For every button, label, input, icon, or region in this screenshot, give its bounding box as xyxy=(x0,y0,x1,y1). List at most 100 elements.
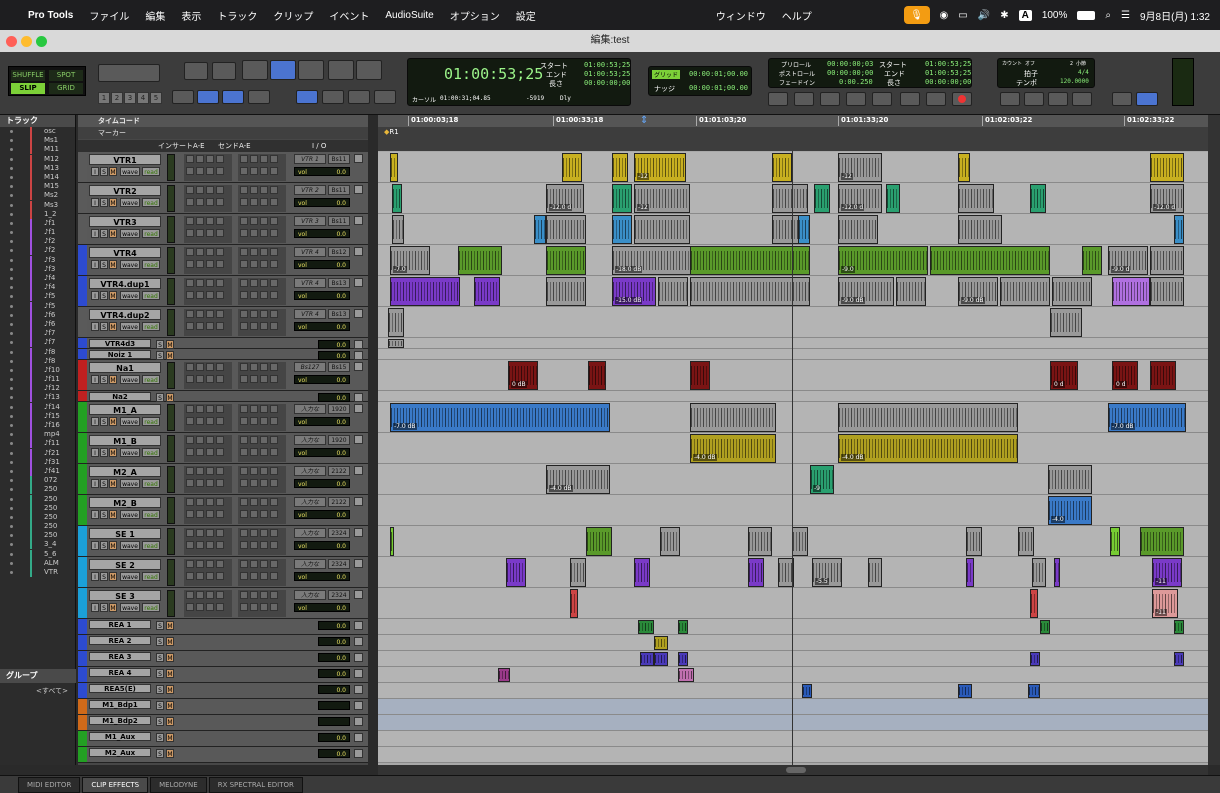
smart-tool-icon[interactable] xyxy=(270,60,296,80)
view-selector[interactable]: wave xyxy=(120,198,140,207)
audio-clip[interactable]: 0 d xyxy=(1112,361,1138,390)
clip-gain-label[interactable]: -4.0 dB xyxy=(693,454,717,461)
solo-button[interactable]: S xyxy=(156,669,164,678)
fadein-label[interactable]: フェードイン xyxy=(779,78,815,87)
solo-button[interactable]: S xyxy=(156,685,164,694)
solo-button[interactable]: S xyxy=(156,717,164,726)
magnify-tool-icon[interactable] xyxy=(212,62,236,80)
audio-clip[interactable]: -9.0 dB xyxy=(838,277,894,306)
mute-button[interactable]: M xyxy=(109,603,117,612)
track-name[interactable]: VTR2 xyxy=(89,185,161,196)
track-list-item[interactable]: ♪f13 xyxy=(0,393,75,403)
output-selector[interactable]: Bs12 xyxy=(328,247,350,257)
track-list-item[interactable]: ♪f21 xyxy=(0,448,75,458)
output-selector[interactable]: 1920 xyxy=(328,435,350,445)
input-selector[interactable]: 入力な xyxy=(294,528,326,538)
send-slots[interactable] xyxy=(238,466,286,493)
track-options-icon[interactable] xyxy=(354,590,363,599)
volume-icon[interactable]: 🔊 xyxy=(978,10,990,21)
show-hide-dot[interactable] xyxy=(10,258,13,262)
view-selector[interactable]: wave xyxy=(120,167,140,176)
track-list-item[interactable]: 072 xyxy=(0,476,75,486)
show-hide-dot[interactable] xyxy=(10,286,13,290)
track-list-item[interactable]: ♪f11 xyxy=(0,375,75,385)
volume-field[interactable]: 0.0 xyxy=(318,637,350,646)
insert-slots[interactable] xyxy=(184,247,232,274)
volume-field[interactable]: 0.0 xyxy=(318,669,350,678)
insert-slots[interactable] xyxy=(184,497,232,524)
output-selector[interactable]: 2324 xyxy=(328,528,350,538)
audio-clip[interactable] xyxy=(678,620,688,634)
postroll-label[interactable]: ポストロール xyxy=(779,69,815,78)
show-hide-dot[interactable] xyxy=(10,185,13,189)
track-list-item[interactable]: ♪f15 xyxy=(0,411,75,421)
audio-clip[interactable] xyxy=(678,668,694,682)
audio-clip[interactable] xyxy=(958,215,1002,244)
track-list-item[interactable]: ♪f4 xyxy=(0,274,75,283)
show-hide-dot[interactable] xyxy=(10,534,13,538)
audio-clip[interactable] xyxy=(634,558,650,587)
wifi-icon[interactable]: ◉ xyxy=(940,10,949,21)
audio-clip[interactable]: -4.0 dB xyxy=(546,465,610,494)
automation-mode[interactable]: read xyxy=(142,198,160,207)
track-name[interactable]: VTR4d3 xyxy=(89,339,151,348)
insert-slots[interactable] xyxy=(184,466,232,493)
mute-button[interactable]: M xyxy=(109,260,117,269)
zoom-buttons[interactable] xyxy=(98,64,160,82)
show-hide-dot[interactable] xyxy=(10,130,13,133)
track-name[interactable]: Na1 xyxy=(89,362,161,373)
send-slots[interactable] xyxy=(238,185,286,212)
input-monitor-button[interactable]: I xyxy=(91,479,99,488)
audio-clip[interactable] xyxy=(838,403,1018,432)
track-options-icon[interactable] xyxy=(354,216,363,225)
track-list-item[interactable]: ♪f6 xyxy=(0,310,75,320)
zoom-preset-5[interactable]: 5 xyxy=(150,92,162,104)
audio-clip[interactable] xyxy=(1052,277,1092,306)
mirror-midi-icon[interactable] xyxy=(222,90,244,104)
slip-mode-button[interactable]: SLIP xyxy=(11,83,45,94)
track-lane[interactable] xyxy=(378,619,1208,635)
trim-tool-icon[interactable] xyxy=(242,60,268,80)
automation-mode[interactable]: read xyxy=(142,167,160,176)
track-name[interactable]: M1_Aux xyxy=(89,732,151,741)
clip-gain-label[interactable]: -15.0 dB xyxy=(615,297,643,304)
pencil-tool-icon[interactable] xyxy=(356,60,382,80)
output-selector[interactable]: 2122 xyxy=(328,466,350,476)
solo-button[interactable]: S xyxy=(100,229,108,238)
track-list-item[interactable]: Ms1 xyxy=(0,136,75,146)
send-slots[interactable] xyxy=(238,435,286,462)
automation-mode[interactable]: read xyxy=(142,541,160,550)
audio-clip[interactable]: -9.0 dB xyxy=(958,277,998,306)
clip-gain-label[interactable]: -4.0 dB xyxy=(841,454,865,461)
audio-clip[interactable] xyxy=(570,558,586,587)
audio-clip[interactable] xyxy=(1032,558,1046,587)
countoff-bars[interactable]: 2 小節 xyxy=(1070,60,1086,67)
audio-clip[interactable]: -11 xyxy=(1152,589,1178,618)
track-list-item[interactable]: M11 xyxy=(0,145,75,155)
show-hide-dot[interactable] xyxy=(10,203,13,207)
volume-field[interactable]: vol 0.0 xyxy=(294,375,350,384)
conductor-icon[interactable] xyxy=(1072,92,1092,106)
track-header[interactable]: VTR4.dup2 I S Mwave read VTR 4 Bs13 vol 0.0 xyxy=(78,307,368,338)
input-selector[interactable]: 入力な xyxy=(294,404,326,414)
tracks-list-header[interactable]: トラック xyxy=(0,115,75,127)
stop-icon[interactable] xyxy=(900,92,920,106)
mute-button[interactable]: M xyxy=(166,701,174,710)
audio-clip[interactable] xyxy=(814,184,830,213)
clip-gain-label[interactable]: -9.0 dB xyxy=(961,297,985,304)
track-options-icon[interactable] xyxy=(354,393,363,402)
metronome-icon[interactable] xyxy=(1048,92,1068,106)
clip-gain-label[interactable]: -12 xyxy=(637,173,649,180)
show-hide-dot[interactable] xyxy=(10,359,13,363)
audio-clip[interactable] xyxy=(1000,277,1050,306)
sel-end[interactable]: 01:00:53;25 xyxy=(584,70,630,78)
track-list-item[interactable]: ♪f10 xyxy=(0,365,75,375)
track-header[interactable]: Na1 I S Mwave read Bs127 Bs15 vol 0.0 xyxy=(78,360,368,391)
fast-forward-icon[interactable] xyxy=(846,92,866,106)
show-hide-dot[interactable] xyxy=(10,221,13,225)
transport-length[interactable]: 00:00:00;00 xyxy=(925,78,971,86)
show-hide-dot[interactable] xyxy=(10,368,13,372)
show-hide-dot[interactable] xyxy=(10,451,13,455)
audio-clip[interactable]: -4.0 dB xyxy=(690,434,776,463)
audio-clip[interactable] xyxy=(546,215,586,244)
